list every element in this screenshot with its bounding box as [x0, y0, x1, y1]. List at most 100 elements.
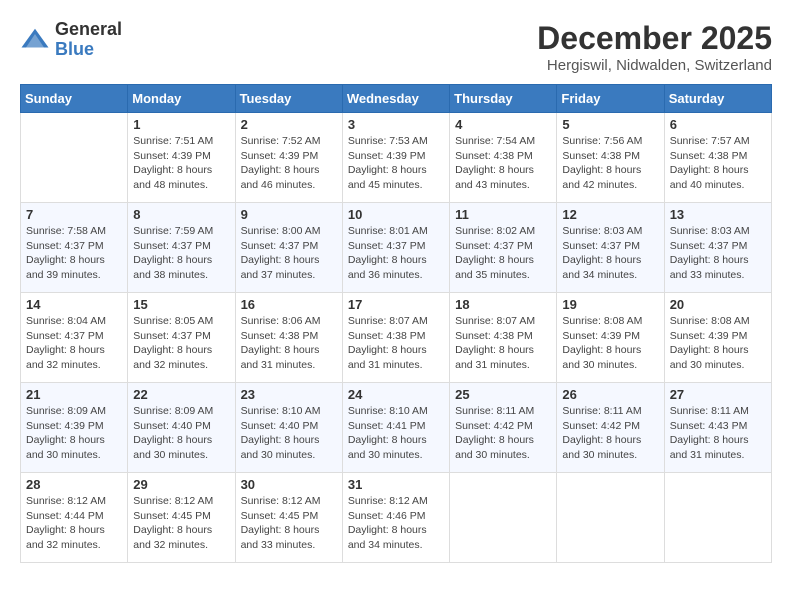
- day-number: 22: [133, 387, 229, 402]
- calendar-cell: 8 Sunrise: 7:59 AM Sunset: 4:37 PM Daylig…: [128, 203, 235, 293]
- day-info: Sunrise: 8:12 AM Sunset: 4:46 PM Dayligh…: [348, 494, 444, 553]
- calendar-cell: [21, 113, 128, 203]
- weekday-header-sunday: Sunday: [21, 85, 128, 113]
- calendar-cell: 3 Sunrise: 7:53 AM Sunset: 4:39 PM Daylig…: [342, 113, 449, 203]
- day-info: Sunrise: 8:11 AM Sunset: 4:42 PM Dayligh…: [455, 404, 551, 463]
- day-info: Sunrise: 8:03 AM Sunset: 4:37 PM Dayligh…: [670, 224, 766, 283]
- day-number: 18: [455, 297, 551, 312]
- day-info: Sunrise: 7:54 AM Sunset: 4:38 PM Dayligh…: [455, 134, 551, 193]
- day-number: 1: [133, 117, 229, 132]
- day-number: 8: [133, 207, 229, 222]
- day-info: Sunrise: 8:07 AM Sunset: 4:38 PM Dayligh…: [455, 314, 551, 373]
- day-info: Sunrise: 8:02 AM Sunset: 4:37 PM Dayligh…: [455, 224, 551, 283]
- page-header: General Blue December 2025 Hergiswil, Ni…: [20, 20, 772, 74]
- calendar-cell: 15 Sunrise: 8:05 AM Sunset: 4:37 PM Dayli…: [128, 293, 235, 383]
- calendar-cell: 2 Sunrise: 7:52 AM Sunset: 4:39 PM Daylig…: [235, 113, 342, 203]
- weekday-header-monday: Monday: [128, 85, 235, 113]
- calendar-body: 1Sunrise: 7:51 AM Sunset: 4:39 PM Daylig…: [21, 113, 772, 563]
- day-info: Sunrise: 7:57 AM Sunset: 4:38 PM Dayligh…: [670, 134, 766, 193]
- day-info: Sunrise: 8:05 AM Sunset: 4:37 PM Dayligh…: [133, 314, 229, 373]
- day-info: Sunrise: 7:53 AM Sunset: 4:39 PM Dayligh…: [348, 134, 444, 193]
- day-number: 9: [241, 207, 337, 222]
- day-number: 3: [348, 117, 444, 132]
- calendar-cell: 30 Sunrise: 8:12 AM Sunset: 4:45 PM Dayli…: [235, 473, 342, 563]
- day-info: Sunrise: 8:00 AM Sunset: 4:37 PM Dayligh…: [241, 224, 337, 283]
- day-info: Sunrise: 8:07 AM Sunset: 4:38 PM Dayligh…: [348, 314, 444, 373]
- calendar-cell: 13 Sunrise: 8:03 AM Sunset: 4:37 PM Dayli…: [664, 203, 771, 293]
- day-number: 13: [670, 207, 766, 222]
- calendar-cell: 24 Sunrise: 8:10 AM Sunset: 4:41 PM Dayli…: [342, 383, 449, 473]
- calendar-week-4: 21 Sunrise: 8:09 AM Sunset: 4:39 PM Dayli…: [21, 383, 772, 473]
- calendar-cell: 29Sunrise: 8:12 AM Sunset: 4:45 PM Dayli…: [128, 473, 235, 563]
- calendar-cell: 7 Sunrise: 7:58 AM Sunset: 4:37 PM Daylig…: [21, 203, 128, 293]
- logo-general-text: General: [55, 20, 122, 40]
- day-number: 20: [670, 297, 766, 312]
- weekday-header-tuesday: Tuesday: [235, 85, 342, 113]
- calendar-cell: 12 Sunrise: 8:03 AM Sunset: 4:37 PM Dayli…: [557, 203, 664, 293]
- day-info: Sunrise: 8:12 AM Sunset: 4:45 PM Dayligh…: [241, 494, 337, 553]
- day-info: Sunrise: 8:11 AM Sunset: 4:42 PM Dayligh…: [562, 404, 658, 463]
- day-info: Sunrise: 7:58 AM Sunset: 4:37 PM Dayligh…: [26, 224, 122, 283]
- day-number: 28: [26, 477, 122, 492]
- calendar-table: SundayMondayTuesdayWednesdayThursdayFrid…: [20, 84, 772, 563]
- logo: General Blue: [20, 20, 122, 60]
- day-number: 31: [348, 477, 444, 492]
- day-info: Sunrise: 8:03 AM Sunset: 4:37 PM Dayligh…: [562, 224, 658, 283]
- calendar-cell: 28Sunrise: 8:12 AM Sunset: 4:44 PM Dayli…: [21, 473, 128, 563]
- day-number: 5: [562, 117, 658, 132]
- day-info: Sunrise: 8:08 AM Sunset: 4:39 PM Dayligh…: [562, 314, 658, 373]
- day-info: Sunrise: 8:04 AM Sunset: 4:37 PM Dayligh…: [26, 314, 122, 373]
- calendar-cell: 6 Sunrise: 7:57 AM Sunset: 4:38 PM Daylig…: [664, 113, 771, 203]
- logo-text: General Blue: [55, 20, 122, 60]
- day-number: 12: [562, 207, 658, 222]
- day-number: 4: [455, 117, 551, 132]
- calendar-cell: [450, 473, 557, 563]
- calendar-cell: 19Sunrise: 8:08 AM Sunset: 4:39 PM Dayli…: [557, 293, 664, 383]
- calendar-cell: 21 Sunrise: 8:09 AM Sunset: 4:39 PM Dayli…: [21, 383, 128, 473]
- day-info: Sunrise: 7:59 AM Sunset: 4:37 PM Dayligh…: [133, 224, 229, 283]
- day-info: Sunrise: 8:01 AM Sunset: 4:37 PM Dayligh…: [348, 224, 444, 283]
- day-number: 2: [241, 117, 337, 132]
- day-number: 30: [241, 477, 337, 492]
- day-info: Sunrise: 8:08 AM Sunset: 4:39 PM Dayligh…: [670, 314, 766, 373]
- day-number: 6: [670, 117, 766, 132]
- calendar-cell: 10 Sunrise: 8:01 AM Sunset: 4:37 PM Dayli…: [342, 203, 449, 293]
- day-number: 7: [26, 207, 122, 222]
- day-number: 21: [26, 387, 122, 402]
- calendar-cell: 26 Sunrise: 8:11 AM Sunset: 4:42 PM Dayli…: [557, 383, 664, 473]
- calendar-cell: 14Sunrise: 8:04 AM Sunset: 4:37 PM Dayli…: [21, 293, 128, 383]
- day-number: 17: [348, 297, 444, 312]
- day-number: 29: [133, 477, 229, 492]
- calendar-cell: 1Sunrise: 7:51 AM Sunset: 4:39 PM Daylig…: [128, 113, 235, 203]
- calendar-cell: 9 Sunrise: 8:00 AM Sunset: 4:37 PM Daylig…: [235, 203, 342, 293]
- calendar-week-2: 7 Sunrise: 7:58 AM Sunset: 4:37 PM Daylig…: [21, 203, 772, 293]
- day-number: 10: [348, 207, 444, 222]
- weekday-header-thursday: Thursday: [450, 85, 557, 113]
- weekday-row: SundayMondayTuesdayWednesdayThursdayFrid…: [21, 85, 772, 113]
- calendar-cell: 16Sunrise: 8:06 AM Sunset: 4:38 PM Dayli…: [235, 293, 342, 383]
- calendar-cell: 23Sunrise: 8:10 AM Sunset: 4:40 PM Dayli…: [235, 383, 342, 473]
- calendar-cell: 11 Sunrise: 8:02 AM Sunset: 4:37 PM Dayli…: [450, 203, 557, 293]
- title-section: December 2025 Hergiswil, Nidwalden, Swit…: [537, 20, 772, 74]
- logo-icon: [20, 25, 50, 55]
- day-number: 11: [455, 207, 551, 222]
- day-number: 15: [133, 297, 229, 312]
- day-info: Sunrise: 7:52 AM Sunset: 4:39 PM Dayligh…: [241, 134, 337, 193]
- day-number: 25: [455, 387, 551, 402]
- day-info: Sunrise: 8:10 AM Sunset: 4:41 PM Dayligh…: [348, 404, 444, 463]
- day-number: 26: [562, 387, 658, 402]
- day-number: 27: [670, 387, 766, 402]
- calendar-cell: 4 Sunrise: 7:54 AM Sunset: 4:38 PM Daylig…: [450, 113, 557, 203]
- day-number: 24: [348, 387, 444, 402]
- month-title: December 2025: [537, 20, 772, 57]
- calendar-cell: 20 Sunrise: 8:08 AM Sunset: 4:39 PM Dayli…: [664, 293, 771, 383]
- calendar-cell: 27Sunrise: 8:11 AM Sunset: 4:43 PM Dayli…: [664, 383, 771, 473]
- day-info: Sunrise: 8:10 AM Sunset: 4:40 PM Dayligh…: [241, 404, 337, 463]
- calendar-cell: [664, 473, 771, 563]
- weekday-header-wednesday: Wednesday: [342, 85, 449, 113]
- day-info: Sunrise: 8:09 AM Sunset: 4:39 PM Dayligh…: [26, 404, 122, 463]
- location-text: Hergiswil, Nidwalden, Switzerland: [537, 57, 772, 74]
- day-info: Sunrise: 8:09 AM Sunset: 4:40 PM Dayligh…: [133, 404, 229, 463]
- calendar-cell: 25 Sunrise: 8:11 AM Sunset: 4:42 PM Dayli…: [450, 383, 557, 473]
- calendar-week-1: 1Sunrise: 7:51 AM Sunset: 4:39 PM Daylig…: [21, 113, 772, 203]
